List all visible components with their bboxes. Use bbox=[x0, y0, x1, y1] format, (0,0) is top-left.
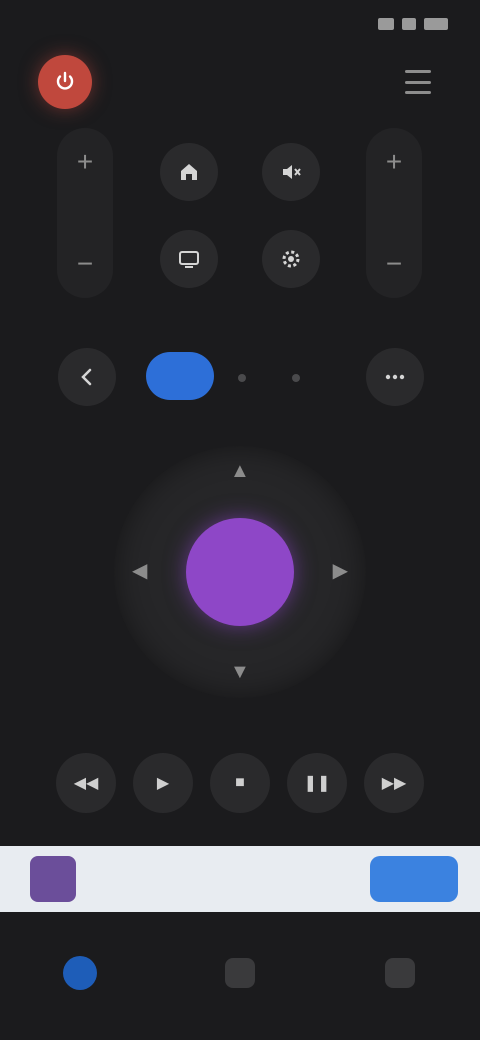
volume-up-button[interactable]: + bbox=[77, 148, 93, 176]
home-button[interactable] bbox=[160, 143, 218, 201]
play-icon: ▶ bbox=[156, 775, 170, 792]
settings-icon bbox=[385, 957, 415, 988]
play-button[interactable]: ▶ bbox=[133, 753, 193, 813]
power-button[interactable] bbox=[38, 55, 92, 109]
more-icon bbox=[385, 374, 405, 380]
status-bar bbox=[0, 0, 480, 56]
media-controls: ◀◀ ▶ ■ ❚❚ ▶▶ bbox=[56, 753, 424, 817]
channel-down-button[interactable]: − bbox=[386, 250, 402, 278]
dpad-select-button[interactable] bbox=[186, 518, 294, 626]
volume-down-button[interactable]: − bbox=[77, 250, 93, 278]
bottom-nav bbox=[0, 924, 480, 1040]
home-icon bbox=[181, 164, 197, 180]
settings-button[interactable] bbox=[262, 230, 320, 288]
volume-rocker: + − bbox=[57, 128, 113, 298]
dpad-right-icon[interactable]: ▶ bbox=[333, 558, 348, 583]
mute-icon bbox=[283, 165, 301, 179]
wifi-icon bbox=[402, 18, 416, 30]
gear-icon bbox=[282, 250, 300, 268]
nav-item-remote[interactable] bbox=[45, 955, 115, 1009]
ok-button[interactable] bbox=[146, 352, 214, 400]
pause-icon: ❚❚ bbox=[303, 775, 331, 792]
input-button[interactable] bbox=[160, 230, 218, 288]
rewind-button[interactable]: ◀◀ bbox=[56, 753, 116, 813]
back-arrow-icon bbox=[81, 368, 92, 386]
back-button[interactable] bbox=[58, 348, 116, 406]
more-button[interactable] bbox=[366, 348, 424, 406]
remote-icon bbox=[63, 955, 97, 990]
fast-forward-icon: ▶▶ bbox=[381, 775, 407, 792]
ad-text bbox=[96, 846, 370, 912]
ad-thumbnail bbox=[30, 856, 76, 902]
dpad-left-icon[interactable]: ◀ bbox=[132, 558, 147, 583]
dpad-down-icon[interactable]: ▼ bbox=[230, 661, 250, 684]
ad-banner[interactable] bbox=[0, 846, 480, 912]
menu-icon bbox=[405, 70, 431, 73]
menu-button[interactable] bbox=[398, 70, 438, 94]
dpad-up-icon[interactable]: ▲ bbox=[230, 460, 250, 483]
pause-button[interactable]: ❚❚ bbox=[287, 753, 347, 813]
status-icons bbox=[378, 18, 448, 30]
stop-icon: ■ bbox=[235, 774, 245, 791]
page-dot bbox=[238, 374, 246, 382]
nav-item-apps[interactable] bbox=[205, 957, 275, 1007]
mute-button[interactable] bbox=[262, 143, 320, 201]
page-dot bbox=[292, 374, 300, 382]
channel-up-button[interactable]: + bbox=[386, 148, 402, 176]
ad-cta-button[interactable] bbox=[370, 856, 458, 902]
stop-button[interactable]: ■ bbox=[210, 753, 270, 813]
nav-item-settings[interactable] bbox=[365, 957, 435, 1007]
battery-icon bbox=[424, 18, 448, 30]
power-icon bbox=[56, 71, 74, 90]
input-icon bbox=[179, 251, 199, 268]
fast-forward-button[interactable]: ▶▶ bbox=[364, 753, 424, 813]
rewind-icon: ◀◀ bbox=[73, 775, 99, 792]
dpad: ▲ ▼ ◀ ▶ bbox=[114, 446, 366, 698]
channel-rocker: + − bbox=[366, 128, 422, 298]
apps-icon bbox=[225, 957, 255, 988]
signal-icon bbox=[378, 18, 394, 30]
